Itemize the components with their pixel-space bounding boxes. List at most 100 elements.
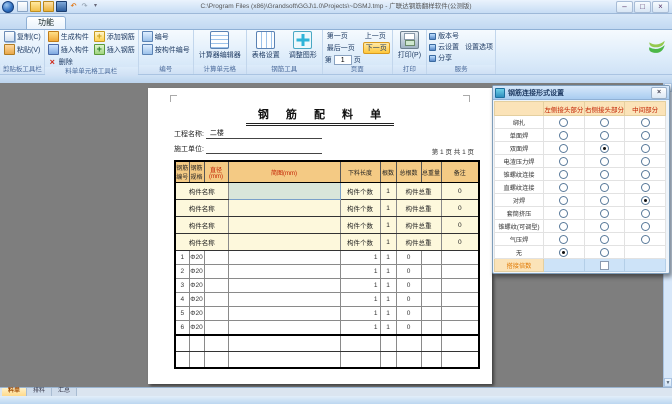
maximize-button[interactable]: □: [634, 1, 651, 13]
dialog-footer-row: 搭接倍数: [495, 259, 666, 272]
import-file-icon[interactable]: [43, 1, 54, 12]
close-button[interactable]: ×: [652, 1, 669, 13]
share-button[interactable]: 分享: [429, 53, 452, 63]
group-label: 计算单元格: [194, 65, 246, 74]
adjust-graph-button[interactable]: 调整图形: [286, 31, 320, 60]
qat-dropdown-icon[interactable]: ▾: [91, 2, 100, 11]
checkbox-icon[interactable]: [600, 261, 609, 270]
prev-page-button[interactable]: 上一页: [363, 31, 390, 41]
page-number-input[interactable]: [334, 55, 352, 65]
radio-icon[interactable]: [641, 157, 650, 166]
dialog-close-button[interactable]: ×: [651, 87, 667, 99]
title-bar: ↶ ↷ ▾ C:\Program Files (x86)\Grandsoft\G…: [0, 0, 672, 14]
radio-icon[interactable]: [559, 209, 568, 218]
detail-row: 4Φ20110: [175, 293, 479, 307]
selected-cell[interactable]: [228, 183, 340, 200]
material-table: 钢筋 编号钢筋 规格直径(mm)简图(mm)下料长度根数总根数总重量备注构件名称…: [174, 160, 480, 369]
number-by-component-button[interactable]: 按构件编号: [141, 44, 191, 55]
radio-icon[interactable]: [641, 144, 650, 153]
insert-component-button[interactable]: 插入构件: [47, 44, 90, 55]
app-logo-icon[interactable]: [2, 1, 14, 13]
generate-component-button[interactable]: 生成构件: [47, 31, 90, 42]
insert-rebar-icon: +: [94, 44, 105, 55]
radio-icon[interactable]: [641, 235, 650, 244]
radio-icon[interactable]: [600, 222, 609, 231]
page-prefix-label: 第: [325, 55, 332, 65]
radio-icon[interactable]: [600, 144, 609, 153]
new-file-icon[interactable]: [17, 1, 28, 12]
radio-icon[interactable]: [600, 183, 609, 192]
add-rebar-button[interactable]: +添加钢筋: [93, 31, 136, 42]
radio-icon[interactable]: [559, 157, 568, 166]
redo-icon[interactable]: ↷: [80, 2, 89, 11]
radio-icon[interactable]: [559, 235, 568, 244]
last-page-button[interactable]: 最后一页: [325, 43, 357, 53]
copy-button[interactable]: 复制(C): [3, 31, 42, 42]
dialog-title-bar[interactable]: 钢筋连接形式设置 ×: [493, 86, 669, 100]
radio-icon[interactable]: [641, 209, 650, 218]
print-button[interactable]: 打印(P): [395, 31, 424, 60]
page-info: 第 1 页 共 1 页: [432, 146, 474, 156]
radio-icon[interactable]: [600, 118, 609, 127]
bottom-tab-料单[interactable]: 料单: [2, 388, 27, 396]
connection-type-label: 锥螺纹(可调型): [495, 220, 544, 233]
dialog-row: 气压焊: [495, 233, 666, 246]
delete-icon: ×: [48, 58, 57, 67]
next-page-button[interactable]: 下一页: [363, 42, 390, 54]
insert-rebar-button[interactable]: +插入钢筋: [93, 44, 136, 55]
radio-icon[interactable]: [559, 118, 568, 127]
radio-icon[interactable]: [600, 157, 609, 166]
radio-icon[interactable]: [600, 131, 609, 140]
radio-icon[interactable]: [641, 131, 650, 140]
cloud-settings-button[interactable]: 云设置: [429, 42, 459, 52]
radio-icon[interactable]: [641, 170, 650, 179]
window-controls: – □ ×: [616, 1, 672, 13]
radio-icon[interactable]: [641, 183, 650, 192]
connection-type-label: 锥螺纹连接: [495, 168, 544, 181]
radio-icon[interactable]: [559, 196, 568, 205]
radio-icon[interactable]: [600, 209, 609, 218]
paste-button[interactable]: 粘贴(V): [3, 44, 42, 55]
radio-icon[interactable]: [559, 144, 568, 153]
version-button[interactable]: 版本号: [429, 31, 459, 41]
group-service: 版本号 云设置 设置选项 分享 服务: [427, 30, 496, 74]
name-cell[interactable]: [228, 217, 340, 234]
tab-function[interactable]: 功能: [26, 16, 66, 29]
document-page: 钢 筋 配 料 单 工程名称: 二楼 施工单位: 第 1 页 共 1 页 钢筋 …: [148, 88, 492, 384]
open-file-icon[interactable]: [30, 1, 41, 12]
radio-icon[interactable]: [600, 235, 609, 244]
radio-icon[interactable]: [600, 170, 609, 179]
first-page-button[interactable]: 第一页: [325, 31, 357, 41]
group-label: 钢筋工具: [247, 65, 322, 74]
renumber-button[interactable]: 编号: [141, 31, 191, 42]
calculator-editor-button[interactable]: 计算器编辑器: [196, 31, 244, 60]
bottom-tab-汇总[interactable]: 汇总: [52, 388, 77, 396]
radio-icon[interactable]: [559, 248, 568, 257]
options-button[interactable]: 设置选项: [465, 42, 493, 52]
page-suffix-label: 页: [354, 55, 361, 65]
component-row: 构件名称构件个数1构件总重0: [175, 234, 479, 251]
bottom-tab-排料[interactable]: 排料: [27, 388, 52, 396]
undo-icon[interactable]: ↶: [69, 2, 78, 11]
delete-button[interactable]: ×删除: [47, 57, 90, 67]
radio-icon[interactable]: [559, 170, 568, 179]
radio-icon[interactable]: [600, 248, 609, 257]
status-bar: [0, 396, 672, 404]
minimize-button[interactable]: –: [616, 1, 633, 13]
radio-icon[interactable]: [559, 183, 568, 192]
dialog-table: 左侧接头部分右侧接头部分中间部分绑扎单面焊双面焊电渣压力焊锥螺纹连接直螺纹连接对…: [494, 101, 666, 272]
connection-type-label: 对焊: [495, 194, 544, 207]
scroll-down-icon[interactable]: ▼: [664, 378, 672, 387]
radio-icon[interactable]: [641, 196, 650, 205]
copy-icon: [4, 31, 15, 42]
radio-icon[interactable]: [559, 131, 568, 140]
name-cell[interactable]: [228, 200, 340, 217]
column-header: 钢筋 规格: [189, 161, 204, 183]
radio-icon[interactable]: [641, 118, 650, 127]
radio-icon[interactable]: [641, 222, 650, 231]
radio-icon[interactable]: [600, 196, 609, 205]
save-icon[interactable]: [56, 1, 67, 12]
radio-icon[interactable]: [559, 222, 568, 231]
table-settings-button[interactable]: 表格设置: [249, 31, 283, 60]
name-cell[interactable]: [228, 234, 340, 251]
